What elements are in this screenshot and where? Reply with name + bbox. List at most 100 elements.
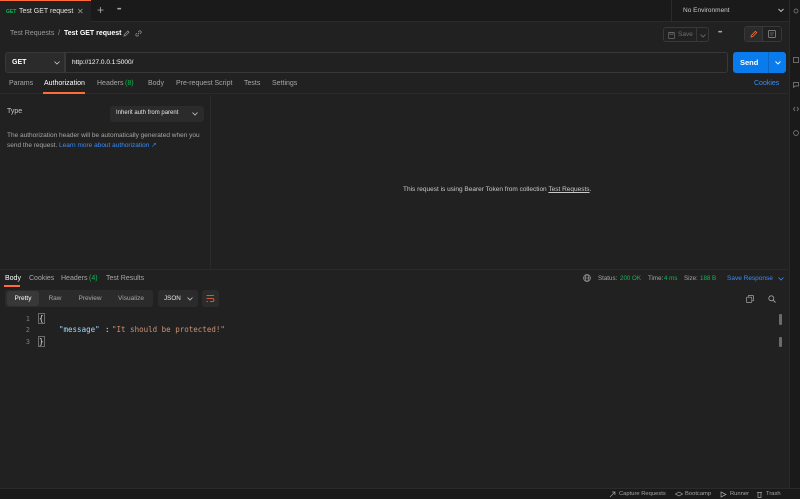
breadcrumb-separator: / <box>58 30 60 37</box>
collection-link[interactable]: Test Requests <box>548 186 589 193</box>
chevron-down-icon <box>187 297 193 301</box>
bootcamp-icon <box>675 491 683 497</box>
auth-type-select[interactable]: Inherit auth from parent <box>110 106 204 122</box>
save-icon <box>668 32 675 39</box>
status-label: Status: <box>598 275 618 282</box>
tab-authorization[interactable]: Authorization <box>44 80 85 87</box>
raw-button[interactable]: Raw <box>40 291 70 306</box>
breadcrumb-request[interactable]: Test GET request <box>64 30 121 37</box>
save-button-label: Save <box>678 31 693 38</box>
method-select[interactable]: GET <box>5 52 65 73</box>
edit-pencil-icon[interactable] <box>123 30 130 37</box>
wrap-lines-icon <box>206 295 215 302</box>
chevron-down-icon[interactable] <box>775 61 781 65</box>
info-icon[interactable] <box>793 130 799 136</box>
right-sidebar <box>789 0 800 488</box>
json-close-brace: } <box>38 336 45 347</box>
documentation-icon[interactable] <box>793 57 799 63</box>
auth-description: The authorization header will be automat… <box>7 131 205 151</box>
tab-pre-request-script[interactable]: Pre-request Script <box>176 80 232 87</box>
tab-title: Test GET request <box>19 8 74 15</box>
response-toolbar: Pretty Raw Preview Visualize JSON <box>0 290 788 308</box>
method-value: GET <box>12 59 27 66</box>
format-select[interactable]: JSON <box>158 290 198 307</box>
bearer-token-note: This request is using Bearer Token from … <box>403 186 591 193</box>
cookies-link[interactable]: Cookies <box>754 80 779 87</box>
close-tab-icon[interactable]: ✕ <box>77 7 84 16</box>
preview-button[interactable]: Preview <box>72 291 108 306</box>
settings-icon[interactable] <box>793 8 799 14</box>
send-divider <box>768 52 769 73</box>
new-tab-icon[interactable]: + <box>97 3 104 17</box>
chevron-down-icon[interactable] <box>778 277 784 281</box>
capture-icon <box>609 491 616 498</box>
view-mode-toggle[interactable] <box>744 26 782 42</box>
tab-overflow-icon[interactable]: ••• <box>117 7 121 13</box>
code-icon[interactable] <box>793 106 799 112</box>
json-colon: : <box>105 325 110 334</box>
line-number: 3 <box>25 338 30 346</box>
link-icon[interactable] <box>135 30 142 37</box>
tab-tests[interactable]: Tests <box>244 80 260 87</box>
auth-type-label: Type <box>7 108 23 115</box>
url-input[interactable]: http://127.0.0.1:5000/ <box>65 52 728 73</box>
bearer-note-suffix: . <box>589 186 592 193</box>
save-options-button[interactable] <box>697 27 709 42</box>
tab-body[interactable]: Body <box>148 80 164 87</box>
status-bar: Capture Requests Bootcamp Runner Trash <box>0 488 800 499</box>
tab-settings[interactable]: Settings <box>272 80 297 87</box>
edit-mode-button[interactable] <box>745 27 763 41</box>
pretty-button[interactable]: Pretty <box>7 291 39 306</box>
tab-headers[interactable]: Headers <box>97 80 123 87</box>
environment-label: No Environment <box>683 7 730 14</box>
runner-button[interactable]: Runner <box>730 491 749 497</box>
url-row: GET http://127.0.0.1:5000/ Send <box>0 50 788 76</box>
size-value[interactable]: 188 B <box>700 275 716 282</box>
scrollbar-thumb[interactable] <box>779 337 782 347</box>
trash-icon <box>757 492 762 498</box>
environment-selector[interactable]: No Environment <box>671 0 789 22</box>
active-tab-indicator <box>43 92 85 94</box>
search-icon[interactable] <box>768 295 776 303</box>
tab-test-get-request[interactable]: GET Test GET request ✕ <box>0 0 91 22</box>
breadcrumb-collection[interactable]: Test Requests <box>10 30 54 37</box>
tab-params[interactable]: Params <box>9 80 33 87</box>
active-tab-indicator <box>4 285 20 287</box>
comments-icon[interactable] <box>793 82 799 88</box>
documentation-icon[interactable] <box>768 30 776 38</box>
send-button[interactable]: Send <box>733 52 786 73</box>
size-label: Size: <box>684 275 698 282</box>
send-button-label: Send <box>740 58 759 67</box>
json-string-value: "It should be protected!" <box>112 325 225 334</box>
status-value[interactable]: 200 OK <box>620 275 641 282</box>
globe-icon[interactable] <box>583 274 591 282</box>
response-body-editor[interactable]: 1 2 3 { "message" : "It should be protec… <box>0 311 788 351</box>
scrollbar-thumb[interactable] <box>779 314 782 325</box>
capture-requests-button[interactable]: Capture Requests <box>619 491 666 497</box>
bootcamp-button[interactable]: Bootcamp <box>685 491 711 497</box>
bearer-note-text: This request is using Bearer Token from … <box>403 186 547 193</box>
more-actions-icon[interactable]: ••• <box>718 30 722 36</box>
auth-type-value: Inherit auth from parent <box>116 110 179 116</box>
response-tab-headers[interactable]: Headers <box>61 275 87 282</box>
save-response-button[interactable]: Save Response <box>727 275 773 282</box>
save-button[interactable]: Save <box>663 27 697 42</box>
visualize-button[interactable]: Visualize <box>110 291 152 306</box>
tab-method-badge: GET <box>6 9 17 15</box>
copy-icon[interactable] <box>746 295 754 303</box>
chevron-down-icon <box>700 34 706 38</box>
request-tabs: Params Authorization Headers (8) Body Pr… <box>0 77 788 94</box>
response-headers-count: (4) <box>89 275 98 282</box>
response-tabs: Body Cookies Headers (4) Test Results St… <box>0 271 788 286</box>
response-tab-body[interactable]: Body <box>5 275 21 282</box>
line-number: 1 <box>25 315 30 323</box>
trash-button[interactable]: Trash <box>766 491 781 497</box>
json-open-brace: { <box>38 313 45 324</box>
time-value[interactable]: 4 ms <box>664 275 677 282</box>
chevron-down-icon <box>54 61 60 65</box>
wrap-lines-button[interactable] <box>202 290 219 307</box>
response-tab-test-results[interactable]: Test Results <box>106 275 144 282</box>
response-tab-cookies[interactable]: Cookies <box>29 275 54 282</box>
learn-more-link[interactable]: Learn more about authorization ↗ <box>59 142 157 149</box>
pane-divider[interactable] <box>0 269 788 270</box>
